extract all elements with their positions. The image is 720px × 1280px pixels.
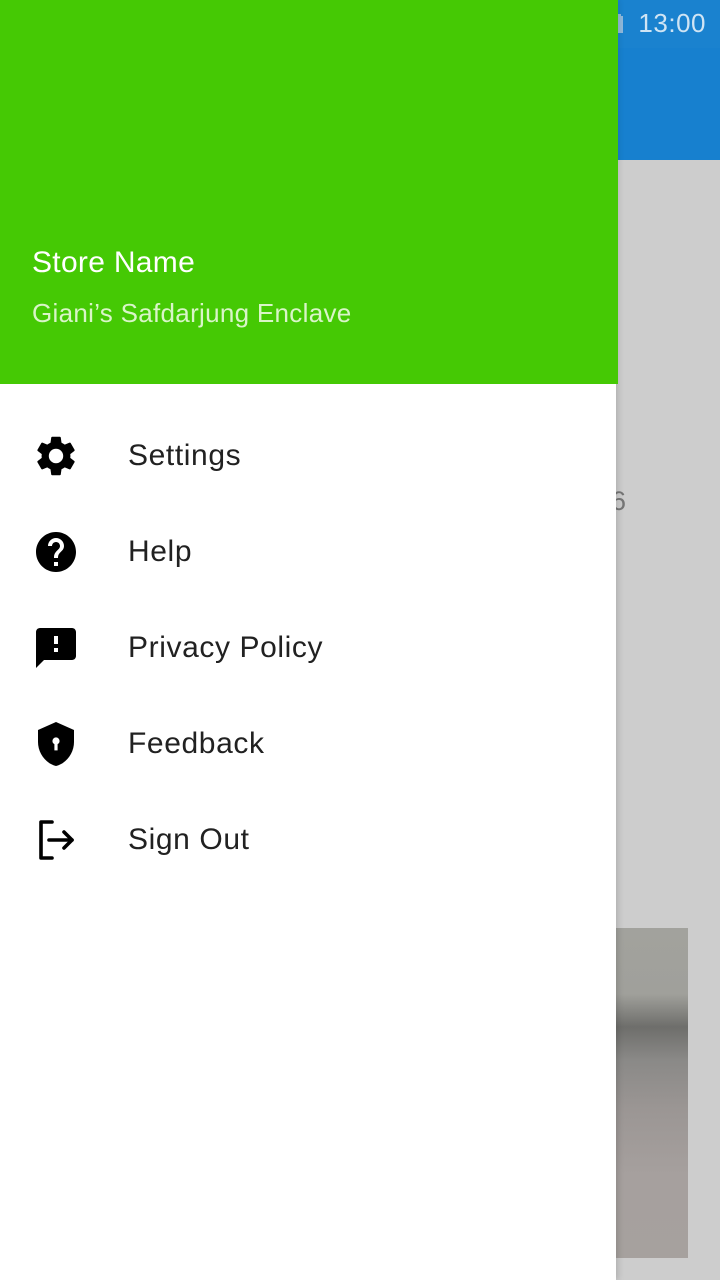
status-time: 13:00 bbox=[638, 8, 706, 38]
menu-item-label: Settings bbox=[128, 439, 242, 472]
menu-item-feedback[interactable]: Feedback bbox=[0, 696, 616, 792]
help-circle-icon bbox=[32, 528, 80, 576]
menu-item-label: Help bbox=[128, 535, 193, 568]
gear-icon bbox=[32, 432, 80, 480]
menu-item-label: Privacy Policy bbox=[128, 631, 324, 664]
menu-item-label: Sign Out bbox=[128, 823, 250, 856]
drawer-menu: Settings Help Privacy Policy Feedback Si… bbox=[0, 408, 616, 888]
screen: 13:00 16 Store Name Giani’s Safdarjung E… bbox=[0, 0, 720, 1280]
menu-item-help[interactable]: Help bbox=[0, 504, 616, 600]
logout-icon bbox=[32, 816, 80, 864]
shield-lock-icon bbox=[32, 720, 80, 768]
menu-item-privacy-policy[interactable]: Privacy Policy bbox=[0, 600, 616, 696]
menu-item-label: Feedback bbox=[128, 727, 265, 760]
report-chat-icon bbox=[32, 624, 80, 672]
store-name-label: Store Name bbox=[32, 246, 196, 279]
navigation-drawer: Store Name Giani’s Safdarjung Enclave Se… bbox=[0, 0, 618, 1280]
menu-item-settings[interactable]: Settings bbox=[0, 408, 616, 504]
drawer-header: Store Name Giani’s Safdarjung Enclave bbox=[0, 0, 618, 384]
menu-item-sign-out[interactable]: Sign Out bbox=[0, 792, 616, 888]
store-name-value: Giani’s Safdarjung Enclave bbox=[32, 298, 352, 328]
